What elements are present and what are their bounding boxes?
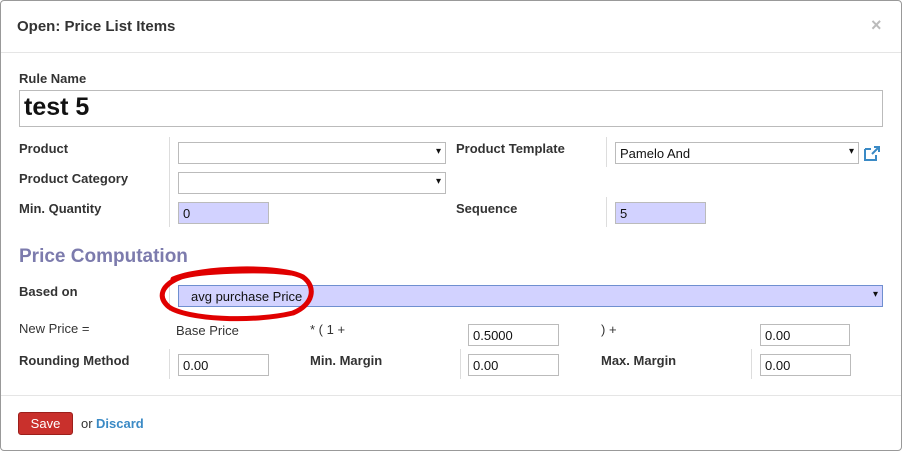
dropdown-arrow-icon: ▾ — [848, 146, 854, 157]
product-template-select-value: Pamelo And — [620, 146, 691, 161]
base-price-text: Base Price — [176, 323, 239, 338]
external-link-icon[interactable] — [863, 144, 881, 162]
price-discount-input[interactable]: 0.5000 — [468, 324, 559, 346]
based-on-select[interactable]: avg purchase Price ▾ — [178, 285, 883, 307]
sequence-input[interactable]: 5 — [615, 202, 706, 224]
column-separator — [751, 349, 752, 379]
price-surcharge-input[interactable]: 0.00 — [760, 324, 850, 346]
discard-link[interactable]: Discard — [96, 416, 144, 431]
min-margin-label: Min. Margin — [310, 353, 383, 368]
rule-name-label: Rule Name — [19, 71, 87, 86]
min-quantity-label: Min. Quantity — [19, 201, 102, 216]
dropdown-arrow-icon: ▾ — [872, 289, 878, 300]
plus-text: ) + — [601, 322, 617, 337]
or-text: or — [81, 416, 93, 431]
dropdown-arrow-icon: ▾ — [435, 146, 441, 157]
dialog-title: Open: Price List Items — [17, 18, 176, 35]
new-price-label: New Price = — [19, 321, 90, 336]
column-separator — [606, 197, 607, 227]
product-category-label: Product Category — [19, 171, 129, 186]
column-separator — [606, 137, 607, 167]
close-icon[interactable]: × — [871, 15, 882, 36]
column-separator — [169, 197, 170, 227]
dialog-header: Open: Price List Items × — [1, 1, 901, 53]
column-separator — [169, 281, 170, 311]
rule-name-input[interactable]: test 5 — [19, 90, 883, 127]
max-margin-input[interactable]: 0.00 — [760, 354, 851, 376]
save-button[interactable]: Save — [18, 412, 73, 435]
sequence-label: Sequence — [456, 201, 518, 216]
product-template-select[interactable]: Pamelo And ▾ — [615, 142, 859, 164]
rounding-method-label: Rounding Method — [19, 353, 130, 368]
column-separator — [169, 349, 170, 379]
column-separator — [460, 349, 461, 379]
price-list-item-dialog: Open: Price List Items × Rule Name test … — [0, 0, 902, 451]
product-category-select[interactable]: ▾ — [178, 172, 446, 194]
max-margin-label: Max. Margin — [601, 353, 677, 368]
product-select[interactable]: ▾ — [178, 142, 446, 164]
rounding-method-input[interactable]: 0.00 — [178, 354, 269, 376]
column-separator — [169, 137, 170, 197]
min-quantity-input[interactable]: 0 — [178, 202, 269, 224]
price-computation-heading: Price Computation — [19, 246, 188, 267]
multiply-text: * ( 1 + — [310, 322, 346, 337]
dropdown-arrow-icon: ▾ — [435, 176, 441, 187]
min-margin-input[interactable]: 0.00 — [468, 354, 559, 376]
based-on-select-value: avg purchase Price — [191, 289, 303, 304]
product-template-label: Product Template — [456, 141, 565, 156]
annotation-circle — [159, 266, 314, 322]
footer-divider — [1, 395, 901, 396]
product-label: Product — [19, 141, 69, 156]
based-on-label: Based on — [19, 284, 78, 299]
